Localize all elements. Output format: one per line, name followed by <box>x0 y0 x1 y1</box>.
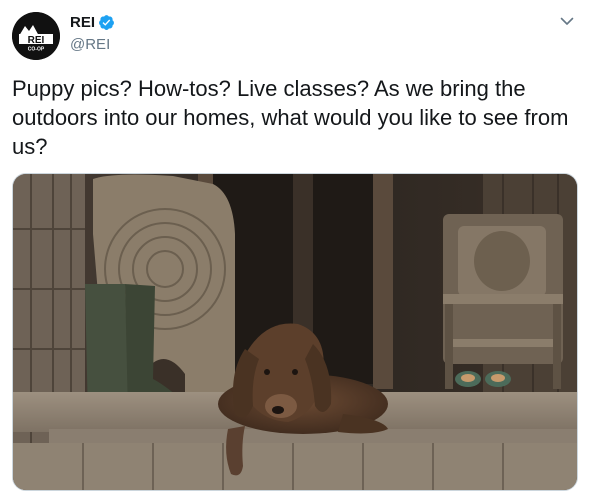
svg-text:REI: REI <box>28 35 45 46</box>
avatar[interactable]: REI CO-OP <box>12 12 60 60</box>
verified-badge-icon <box>98 14 115 31</box>
chevron-down-icon[interactable] <box>558 12 576 30</box>
display-name[interactable]: REI <box>70 15 95 30</box>
tweet-text: Puppy pics? How-tos? Live classes? As we… <box>12 76 569 159</box>
account-names: REI @REI <box>70 14 115 52</box>
handle[interactable]: @REI <box>70 37 115 52</box>
rei-logo: REI CO-OP <box>12 12 60 60</box>
svg-text:CO-OP: CO-OP <box>28 47 45 53</box>
tweet-header: REI CO-OP REI @REI <box>12 12 115 60</box>
tweet-photo[interactable] <box>12 173 578 491</box>
tweet-card: REI CO-OP REI @REI Puppy pics? How-tos? … <box>0 0 590 500</box>
